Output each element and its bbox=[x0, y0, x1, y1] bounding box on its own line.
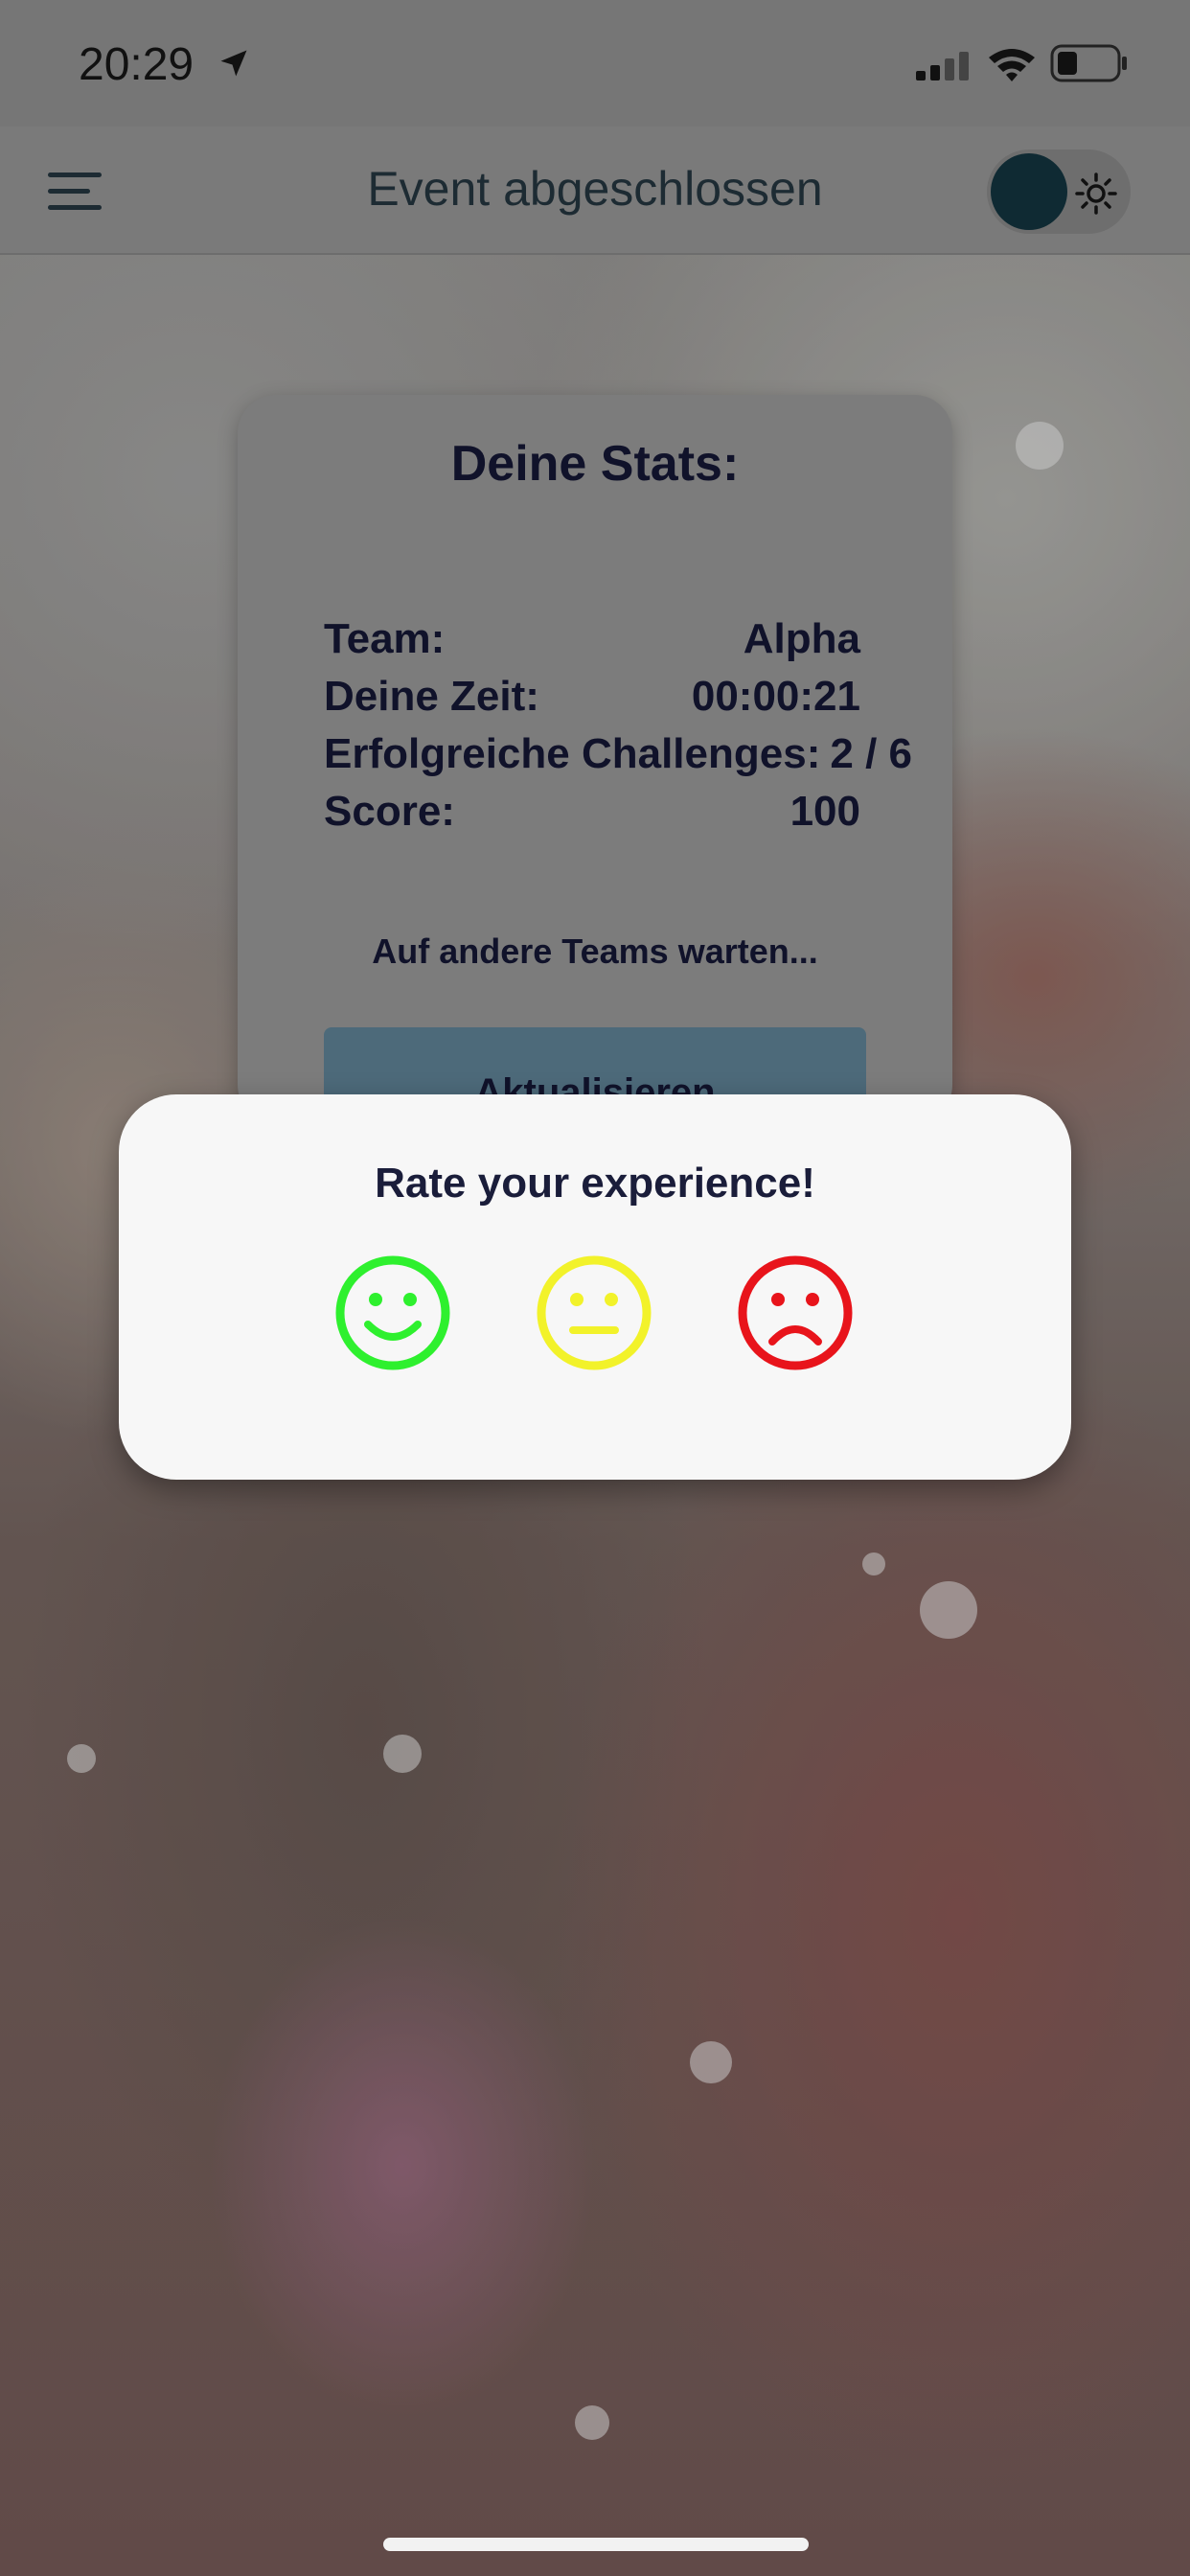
stat-value: 2 / 6 bbox=[830, 730, 912, 777]
nav-bar: Event abgeschlossen bbox=[0, 126, 1190, 255]
stat-value: 100 bbox=[790, 788, 860, 835]
happy-face-icon[interactable] bbox=[333, 1254, 452, 1372]
neutral-face-icon[interactable] bbox=[535, 1254, 653, 1372]
rating-modal: Rate your experience! bbox=[119, 1094, 1071, 1480]
stat-value: Alpha bbox=[743, 615, 860, 662]
toggle-knob bbox=[991, 153, 1067, 230]
waiting-text: Auf andere Teams warten... bbox=[372, 932, 818, 971]
stats-card: Deine Stats: Team: Alpha Deine Zeit: 00:… bbox=[238, 395, 952, 1123]
stat-value: 00:00:21 bbox=[691, 673, 860, 720]
stat-row-score: Score: 100 bbox=[324, 788, 1100, 845]
home-indicator[interactable] bbox=[383, 2538, 809, 2551]
status-time: 20:29 bbox=[79, 39, 195, 90]
theme-toggle[interactable] bbox=[987, 150, 1131, 234]
stats-title: Deine Stats: bbox=[450, 436, 740, 492]
battery-icon bbox=[1050, 44, 1127, 82]
stat-label: Score: bbox=[324, 788, 455, 835]
stat-label: Erfolgreiche Challenges: bbox=[324, 730, 821, 777]
stat-row-challenges: Erfolgreiche Challenges: 2 / 6 bbox=[324, 730, 1100, 788]
cellular-signal-icon bbox=[916, 52, 969, 80]
stat-label: Deine Zeit: bbox=[324, 673, 539, 720]
sad-face-icon[interactable] bbox=[736, 1254, 855, 1372]
location-arrow-icon bbox=[220, 50, 247, 77]
stat-label: Team: bbox=[324, 615, 446, 662]
wifi-icon bbox=[989, 49, 1035, 81]
stat-row-team: Team: Alpha bbox=[324, 615, 1100, 673]
status-bar: 20:29 bbox=[0, 0, 1190, 126]
stat-row-time: Deine Zeit: 00:00:21 bbox=[324, 673, 1100, 730]
sun-icon bbox=[1075, 172, 1117, 215]
rating-title: Rate your experience! bbox=[375, 1160, 815, 1207]
